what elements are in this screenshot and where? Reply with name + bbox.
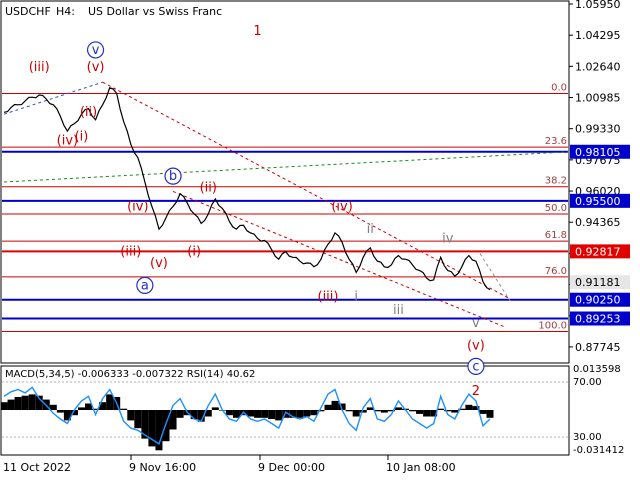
price-axis-label: 0.94365 bbox=[575, 216, 621, 229]
macd-bar bbox=[0, 402, 8, 410]
macd-bar bbox=[345, 410, 353, 412]
wave-label: ii bbox=[367, 222, 374, 237]
wave-label: (iii) bbox=[29, 60, 50, 75]
macd-bar bbox=[352, 410, 360, 417]
price-axis-label: 0.87745 bbox=[575, 341, 621, 354]
instrument-description: US Dollar vs Swiss Franc bbox=[88, 5, 222, 18]
wave-label: (v) bbox=[150, 256, 168, 271]
macd-bar bbox=[134, 410, 142, 429]
macd-bar bbox=[21, 395, 29, 410]
wave-label: i bbox=[354, 290, 358, 305]
price-axis-label: 1.02640 bbox=[575, 60, 621, 73]
macd-bar bbox=[176, 410, 184, 418]
fib-level-label: 0.0 bbox=[551, 82, 567, 93]
wave-label: iv bbox=[442, 231, 454, 246]
macd-bar bbox=[106, 394, 114, 410]
macd-bar bbox=[49, 404, 57, 410]
macd-bar bbox=[28, 394, 36, 410]
wave-label: (i) bbox=[187, 244, 201, 259]
macd-bar bbox=[14, 397, 22, 410]
wave-label: (ii) bbox=[80, 105, 97, 120]
macd-bar bbox=[394, 407, 402, 410]
wave-label: (iii) bbox=[120, 244, 141, 259]
macd-bar bbox=[254, 410, 262, 418]
wave-label: (ii) bbox=[200, 180, 217, 195]
wave-label: (v) bbox=[467, 339, 485, 354]
macd-bar bbox=[225, 410, 233, 416]
price-axis-label: 1.05950 bbox=[575, 0, 621, 11]
price-tag-label: 0.89253 bbox=[575, 313, 621, 326]
macd-bar bbox=[310, 410, 318, 416]
price-tag-label: 0.92817 bbox=[575, 245, 621, 258]
macd-axis-label: -0.031412 bbox=[573, 445, 624, 456]
fib-level-label: 76.0 bbox=[545, 266, 567, 277]
fib-level-label: 100.0 bbox=[538, 321, 567, 332]
wave-label: (iv) bbox=[127, 199, 148, 214]
wave-label: (i) bbox=[75, 130, 89, 145]
macd-bar bbox=[380, 410, 388, 413]
macd-bar bbox=[416, 410, 424, 414]
symbol-label: USDCHF bbox=[5, 5, 51, 18]
wave-label: 2 bbox=[472, 384, 480, 399]
macd-axis-label: 0.013598 bbox=[573, 364, 621, 375]
macd-bar bbox=[296, 410, 304, 418]
wave-label: c bbox=[472, 359, 479, 374]
fib-level-label: 38.2 bbox=[545, 176, 567, 187]
macd-bar bbox=[7, 399, 15, 410]
wave-label: 1 bbox=[253, 24, 261, 39]
macd-bar bbox=[366, 407, 374, 410]
macd-bar bbox=[275, 410, 283, 421]
macd-bar bbox=[486, 410, 494, 418]
rsi-axis-label: 70.00 bbox=[573, 377, 602, 388]
price-tag-label: 0.90250 bbox=[575, 294, 621, 307]
wave-label: (iv) bbox=[331, 199, 352, 214]
macd-bar bbox=[303, 410, 311, 417]
time-axis-label: 9 Nov 16:00 bbox=[129, 461, 196, 474]
time-axis-label: 10 Jan 08:00 bbox=[386, 461, 456, 474]
macd-bar bbox=[120, 408, 128, 410]
macd-bar bbox=[331, 400, 339, 410]
wave-label: iii bbox=[393, 303, 404, 318]
macd-bar bbox=[247, 410, 255, 417]
macd-bar bbox=[232, 410, 240, 418]
chart: USDCHF H4: US Dollar vs Swiss Franc MACD… bbox=[0, 0, 640, 480]
macd-bar bbox=[409, 410, 417, 412]
price-axis-label: 1.00985 bbox=[575, 92, 621, 105]
macd-bar bbox=[465, 404, 473, 410]
time-axis-label: 11 Oct 2022 bbox=[3, 461, 71, 474]
fib-level-label: 23.6 bbox=[545, 136, 567, 147]
macd-bar bbox=[444, 410, 452, 412]
wave-label: a bbox=[141, 278, 149, 293]
macd-bar bbox=[127, 410, 135, 421]
fib-level-label: 61.8 bbox=[545, 230, 567, 241]
macd-bar bbox=[211, 407, 219, 410]
fib-level-label: 50.0 bbox=[545, 203, 567, 214]
price-axis-label: 1.04295 bbox=[575, 29, 621, 42]
macd-bar bbox=[268, 410, 276, 420]
macd-bar bbox=[359, 410, 367, 413]
indicator-label: MACD(5,34,5) -0.006333 -0.007322 RSI(14)… bbox=[5, 369, 255, 380]
macd-bar bbox=[77, 407, 85, 410]
macd-bar bbox=[437, 408, 445, 410]
macd-bar bbox=[479, 410, 487, 414]
wave-label: (v) bbox=[87, 60, 105, 75]
price-tag-label: 0.91181 bbox=[575, 276, 621, 289]
time-axis-label: 9 Dec 00:00 bbox=[258, 461, 325, 474]
wave-label: v bbox=[472, 316, 480, 331]
macd-bar bbox=[261, 410, 269, 418]
price-tag-label: 0.95500 bbox=[575, 195, 621, 208]
macd-bar bbox=[324, 404, 332, 410]
price-tag-label: 0.98105 bbox=[575, 146, 621, 159]
wave-label: v bbox=[92, 43, 100, 58]
macd-bar bbox=[190, 410, 198, 420]
macd-bar bbox=[451, 410, 459, 413]
macd-bar bbox=[56, 410, 64, 413]
timeframe-label: H4: bbox=[56, 5, 75, 18]
macd-bar bbox=[423, 410, 431, 417]
rsi-axis-label: 30.00 bbox=[573, 432, 602, 443]
wave-label: b bbox=[169, 169, 177, 184]
wave-label: (iii) bbox=[318, 290, 339, 305]
price-axis-label: 0.99330 bbox=[575, 123, 621, 136]
